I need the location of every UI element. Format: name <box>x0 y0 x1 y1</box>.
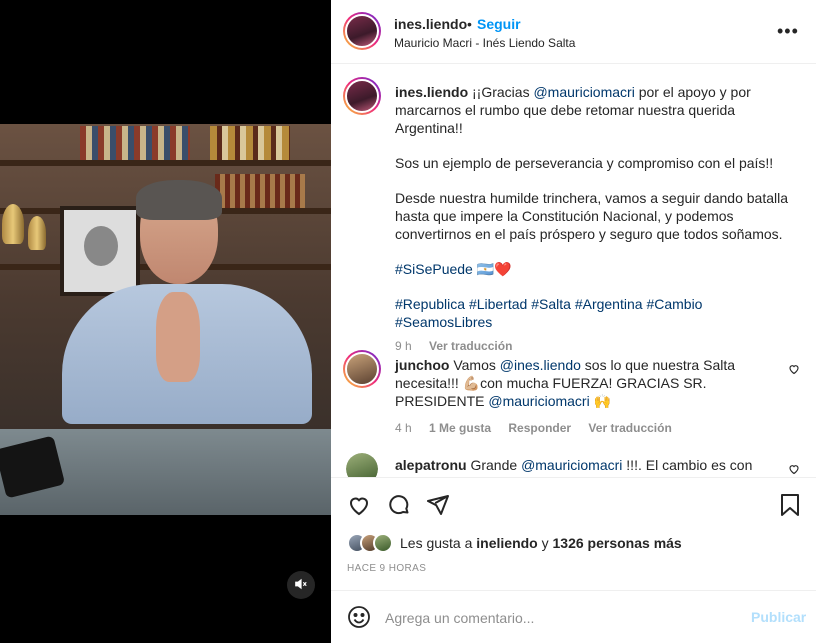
comment-avatar[interactable] <box>346 453 378 477</box>
post-header: ines.liendo • Seguir Mauricio Macri - In… <box>331 0 816 64</box>
publish-button[interactable]: Publicar <box>751 609 806 625</box>
video-books <box>80 126 190 160</box>
comment-item: junchoo Vamos @ines.liendo sos lo que nu… <box>395 356 775 437</box>
caption-avatar[interactable] <box>343 77 381 115</box>
comment-text: Vamos <box>453 357 500 373</box>
comment-translate-link[interactable]: Ver traducción <box>588 421 671 435</box>
mute-button[interactable] <box>287 571 315 599</box>
comment-icon[interactable] <box>387 493 411 520</box>
likes-summary: Les gusta a ineliendo y 1326 personas má… <box>400 535 682 551</box>
bookmark-icon[interactable] <box>779 493 801 520</box>
mute-icon <box>294 577 308 594</box>
likes-count[interactable]: 1326 personas más <box>553 535 682 551</box>
caption-mention[interactable]: @mauriciomacri <box>533 84 634 100</box>
comment-avatar[interactable] <box>343 350 381 388</box>
caption-line3: Desde nuestra humilde trinchera, vamos a… <box>395 190 789 242</box>
post-caption: ines.liendo ¡¡Gracias @mauriciomacri por… <box>395 83 795 355</box>
comment-mention[interactable]: @mauriciomacri <box>521 457 622 473</box>
post-panel: ines.liendo • Seguir Mauricio Macri - In… <box>331 0 816 643</box>
video-person-hair <box>136 180 222 220</box>
caption-line2: Sos un ejemplo de perseverancia y compro… <box>395 155 774 171</box>
hashtag-cambio[interactable]: #Cambio <box>646 296 702 312</box>
caption-time[interactable]: 9 h <box>395 339 412 353</box>
follow-button[interactable]: Seguir <box>477 16 521 32</box>
video-photo-frame <box>60 206 140 296</box>
hashtag-seamoslibres[interactable]: #SeamosLibres <box>395 314 492 330</box>
comment-composer: Publicar <box>331 590 816 643</box>
comment-input[interactable] <box>385 606 745 630</box>
comment-like-icon[interactable] <box>788 362 802 376</box>
heart-icon[interactable] <box>347 493 371 520</box>
emoji-icon[interactable] <box>347 605 371 632</box>
comment-likes[interactable]: 1 Me gusta <box>429 421 491 435</box>
author-username[interactable]: ines.liendo <box>394 16 467 32</box>
comment-mention[interactable]: @ines.liendo <box>500 357 581 373</box>
video-books <box>210 126 290 160</box>
likes-middle: y <box>537 535 553 551</box>
caption-intro-prefix: ¡¡Gracias <box>472 84 534 100</box>
caption-meta: 9 h Ver traducción <box>395 337 795 355</box>
comment-text: 🙌 <box>589 393 612 409</box>
hashtag-libertad[interactable]: #Libertad <box>469 296 527 312</box>
comment-mention[interactable]: @mauriciomacri <box>488 393 589 409</box>
separator-dot: • <box>467 16 472 32</box>
post-timestamp[interactable]: HACE 9 HORAS <box>347 563 426 574</box>
action-bar <box>331 477 816 531</box>
comment-time[interactable]: 4 h <box>395 421 412 435</box>
caption-emojis: 🇦🇷❤️ <box>476 261 512 277</box>
comment-text: Grande <box>470 457 522 473</box>
liker-avatar <box>373 533 393 553</box>
comment-username[interactable]: junchoo <box>395 357 449 373</box>
liker-avatars[interactable] <box>347 533 401 555</box>
comment-username[interactable]: alepatronu <box>395 457 467 473</box>
video-trophy <box>2 204 24 244</box>
hashtag-salta[interactable]: #Salta <box>531 296 571 312</box>
comment-meta: 4 h 1 Me gusta Responder Ver traducción <box>395 419 775 437</box>
author-avatar[interactable] <box>343 12 381 50</box>
caption-translate-link[interactable]: Ver traducción <box>429 339 512 353</box>
comments-section[interactable]: ines.liendo ¡¡Gracias @mauriciomacri por… <box>331 65 816 477</box>
share-icon[interactable] <box>426 493 450 520</box>
hashtag-argentina[interactable]: #Argentina <box>575 296 643 312</box>
post-media <box>0 0 331 643</box>
comment-like-icon[interactable] <box>788 462 802 476</box>
video-books <box>215 174 305 208</box>
caption-username[interactable]: ines.liendo <box>395 84 468 100</box>
video-trophy <box>28 216 46 250</box>
more-icon[interactable]: ••• <box>777 22 799 40</box>
hashtag-republica[interactable]: #Republica <box>395 296 465 312</box>
audio-subtitle[interactable]: Mauricio Macri - Inés Liendo Salta <box>394 36 575 50</box>
post-video[interactable] <box>0 124 331 515</box>
likes-prefix: Les gusta a <box>400 535 477 551</box>
hashtag-sisepuede[interactable]: #SiSePuede <box>395 261 473 277</box>
comment-item: alepatronu Grande @mauriciomacri !!!. El… <box>395 456 775 477</box>
reply-button[interactable]: Responder <box>508 421 571 435</box>
likes-user[interactable]: ineliendo <box>476 535 537 551</box>
video-shelf <box>0 160 331 166</box>
video-person-hands <box>156 292 200 382</box>
